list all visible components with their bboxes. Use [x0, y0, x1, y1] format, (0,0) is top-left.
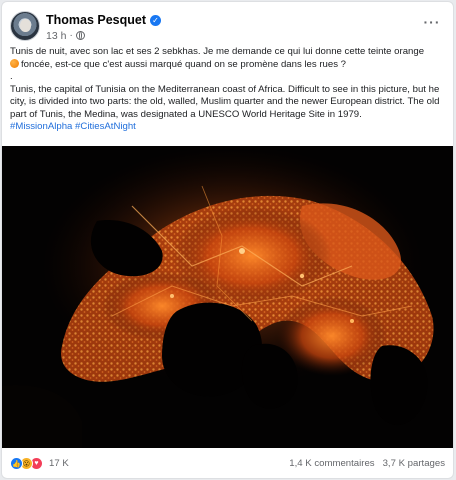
post-text-en: Tunis, the capital of Tunisia on the Med… [10, 83, 440, 120]
author-name[interactable]: Thomas Pesquet [46, 13, 146, 27]
post-card: Thomas Pesquet ✓ 13 h · ··· Tunis de nui… [1, 1, 454, 479]
verified-badge-icon: ✓ [150, 14, 162, 26]
orange-circle-emoji-icon [10, 58, 19, 68]
reactions-summary[interactable]: 👍 😮 ♥ 17 K [10, 457, 69, 470]
like-icon: 👍 [10, 457, 23, 470]
globe-icon[interactable] [75, 31, 85, 40]
tunis-night-satellite-image [2, 146, 453, 448]
post-text-fr-line-1: Tunis de nuit, avec son lac et ses 2 seb… [10, 46, 425, 57]
reaction-count[interactable]: 17 K [49, 458, 69, 469]
meta-separator: · [69, 30, 73, 41]
post-header: Thomas Pesquet ✓ 13 h · ··· [10, 11, 445, 45]
shares-count[interactable]: 3,7 K partages [383, 458, 445, 469]
post-text-dot: . [10, 71, 13, 82]
post-timestamp[interactable]: 13 h [46, 30, 66, 42]
post-hashtags[interactable]: #MissionAlpha #CitiesAtNight [10, 121, 450, 134]
engagement-stats: 1,4 K commentaires 3,7 K partages [289, 458, 445, 469]
author-name-row: Thomas Pesquet ✓ [46, 12, 162, 28]
author-avatar[interactable] [10, 11, 40, 41]
post-meta: 13 h · [46, 29, 85, 42]
post-photo[interactable] [2, 146, 453, 448]
comments-count[interactable]: 1,4 K commentaires [289, 458, 374, 469]
more-options-icon[interactable]: ··· [423, 15, 441, 29]
post-text-fr-2: foncée, est-ce que c'est aussi marqué qu… [21, 58, 347, 70]
post-text: Tunis de nuit, avec son lac et ses 2 seb… [10, 46, 450, 134]
post-text-fr-line-2: foncée, est-ce que c'est aussi marqué qu… [10, 58, 450, 72]
post-footer: 👍 😮 ♥ 17 K 1,4 K commentaires 3,7 K part… [10, 455, 445, 473]
